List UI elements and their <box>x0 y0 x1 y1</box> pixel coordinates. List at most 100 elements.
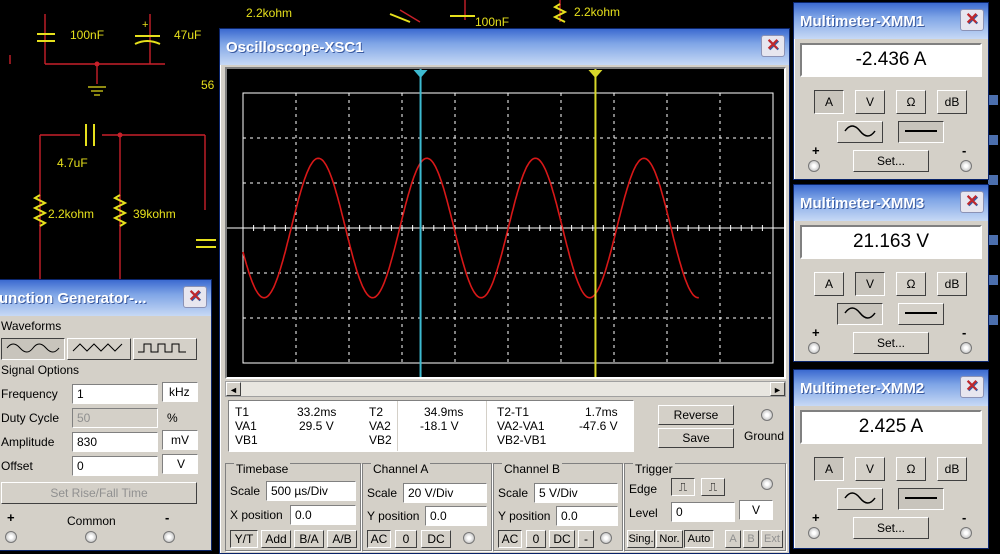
add-mode-button[interactable]: Add <box>261 530 291 548</box>
plus-terminal-icon[interactable] <box>5 531 17 543</box>
duty-cycle-label: Duty Cycle <box>1 411 60 425</box>
minus-terminal-icon[interactable] <box>960 342 972 354</box>
trigger-terminal-icon[interactable] <box>761 478 773 490</box>
offset-unit[interactable]: V <box>162 454 198 474</box>
ammeter-mode-button[interactable]: A <box>814 272 844 296</box>
normal-trigger-button[interactable]: Nor. <box>656 530 683 548</box>
trigger-level-field[interactable]: 0 <box>671 502 735 522</box>
common-terminal-icon[interactable] <box>85 531 97 543</box>
scroll-right-button[interactable]: ► <box>770 382 785 396</box>
set-button[interactable]: Set... <box>853 332 929 354</box>
ac-wave-icon <box>844 307 876 319</box>
frequency-unit[interactable]: kHz <box>162 382 198 402</box>
channel-b-ypos-field[interactable]: 0.0 <box>556 506 618 526</box>
trigger-source-a-button[interactable]: A <box>725 530 741 548</box>
channel-b-ac-button[interactable]: AC <box>498 530 522 548</box>
trigger-source-ext-button[interactable]: Ext <box>761 530 783 548</box>
offset-field[interactable]: 0 <box>72 456 158 476</box>
oscilloscope-title-bar[interactable]: Oscilloscope-XSC1 ✕ <box>220 29 789 65</box>
plus-terminal-icon[interactable] <box>808 527 820 539</box>
function-generator-title-bar[interactable]: unction Generator-... ✕ <box>0 280 211 316</box>
ac-mode-button[interactable] <box>837 121 883 143</box>
channel-b-dc-button[interactable]: DC <box>549 530 575 548</box>
waveforms-label: Waveforms <box>1 319 62 333</box>
plus-terminal-icon[interactable] <box>808 342 820 354</box>
minus-terminal-icon[interactable] <box>960 160 972 172</box>
multimeter-title-bar[interactable]: Multimeter-XMM3 ✕ <box>794 185 988 221</box>
ammeter-mode-button[interactable]: A <box>814 90 844 114</box>
set-rise-fall-button[interactable]: Set Rise/Fall Time <box>1 482 197 504</box>
close-icon: ✕ <box>766 37 780 54</box>
auto-trigger-button[interactable]: Auto <box>684 530 714 548</box>
dc-mode-button[interactable] <box>898 303 944 325</box>
dc-mode-button[interactable] <box>898 488 944 510</box>
channel-b-terminal-icon[interactable] <box>600 532 612 544</box>
minus-label: - <box>165 510 170 525</box>
decibel-mode-button[interactable]: dB <box>937 457 967 481</box>
triangle-wave-icon <box>72 343 123 352</box>
set-button[interactable]: Set... <box>853 517 929 539</box>
vb1-label: VB1 <box>235 433 258 447</box>
rising-edge-button[interactable]: ⎍ <box>671 478 695 496</box>
minus-terminal-icon[interactable] <box>960 527 972 539</box>
scope-plot[interactable] <box>227 69 784 377</box>
sine-wave-button[interactable] <box>1 338 65 360</box>
multimeter-title-bar[interactable]: Multimeter-XMM2 ✕ <box>794 370 988 406</box>
frequency-field[interactable]: 1 <box>72 384 158 404</box>
voltmeter-mode-button[interactable]: V <box>855 90 885 114</box>
trigger-level-unit[interactable]: V <box>739 500 773 520</box>
ba-mode-button[interactable]: B/A <box>294 530 324 548</box>
channel-a-ypos-field[interactable]: 0.0 <box>425 506 487 526</box>
ohmmeter-mode-button[interactable]: Ω <box>896 272 926 296</box>
channel-a-ac-button[interactable]: AC <box>367 530 391 548</box>
channel-a-dc-button[interactable]: DC <box>421 530 451 548</box>
plus-terminal-icon[interactable] <box>808 160 820 172</box>
amplitude-field[interactable]: 830 <box>72 432 158 452</box>
channel-b-scale-field[interactable]: 5 V/Div <box>534 483 618 503</box>
square-wave-button[interactable] <box>133 338 197 360</box>
channel-a-scale-field[interactable]: 20 V/Div <box>403 483 487 503</box>
dc-mode-button[interactable] <box>898 121 944 143</box>
channel-a-zero-button[interactable]: 0 <box>395 530 417 548</box>
amplitude-unit[interactable]: mV <box>162 430 198 450</box>
channel-a-title: Channel A <box>371 462 431 476</box>
close-icon: ✕ <box>188 288 202 305</box>
voltmeter-mode-button[interactable]: V <box>855 272 885 296</box>
save-button[interactable]: Save <box>658 428 734 448</box>
ground-terminal-icon[interactable] <box>761 409 773 421</box>
x-position-label: X position <box>230 508 283 522</box>
timebase-scale-field[interactable]: 500 µs/Div <box>266 481 356 501</box>
multimeter-title-bar[interactable]: Multimeter-XMM1 ✕ <box>794 3 988 39</box>
close-button[interactable]: ✕ <box>960 191 984 213</box>
channel-a-terminal-icon[interactable] <box>463 532 475 544</box>
voltmeter-mode-button[interactable]: V <box>855 457 885 481</box>
ammeter-mode-button[interactable]: A <box>814 457 844 481</box>
scope-scrollbar[interactable]: ◄ ► <box>225 381 786 397</box>
close-button[interactable]: ✕ <box>960 376 984 398</box>
ohmmeter-mode-button[interactable]: Ω <box>896 457 926 481</box>
channel-b-minus-button[interactable]: - <box>578 530 594 548</box>
minus-terminal-icon[interactable] <box>163 531 175 543</box>
triangle-wave-button[interactable] <box>67 338 131 360</box>
decibel-mode-button[interactable]: dB <box>937 272 967 296</box>
ac-mode-button[interactable] <box>837 488 883 510</box>
duty-cycle-field[interactable]: 50 <box>72 408 158 428</box>
ac-mode-button[interactable] <box>837 303 883 325</box>
single-trigger-button[interactable]: Sing. <box>627 530 655 548</box>
channel-b-zero-button[interactable]: 0 <box>526 530 546 548</box>
x-position-field[interactable]: 0.0 <box>290 505 356 525</box>
plus-label: + <box>7 510 15 525</box>
trigger-source-b-button[interactable]: B <box>743 530 759 548</box>
set-button[interactable]: Set... <box>853 150 929 172</box>
falling-edge-button[interactable]: ⎍ <box>701 478 725 496</box>
close-icon: ✕ <box>965 193 979 210</box>
close-button[interactable]: ✕ <box>960 9 984 31</box>
close-button[interactable]: ✕ <box>183 286 207 308</box>
yt-mode-button[interactable]: Y/T <box>230 530 258 548</box>
close-button[interactable]: ✕ <box>761 35 785 57</box>
ohmmeter-mode-button[interactable]: Ω <box>896 90 926 114</box>
reverse-button[interactable]: Reverse <box>658 405 734 425</box>
ab-mode-button[interactable]: A/B <box>327 530 357 548</box>
decibel-mode-button[interactable]: dB <box>937 90 967 114</box>
scroll-left-button[interactable]: ◄ <box>226 382 241 396</box>
